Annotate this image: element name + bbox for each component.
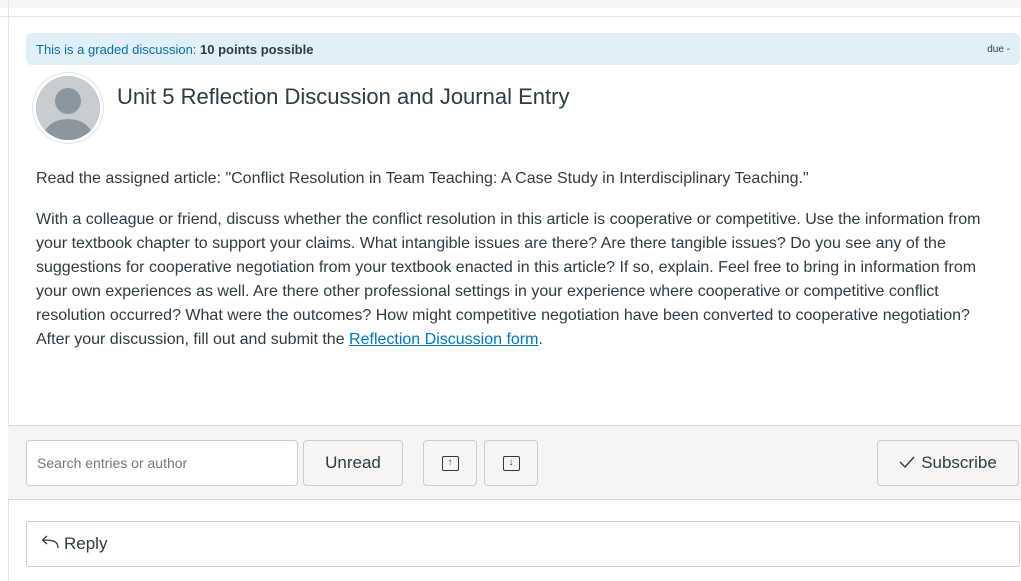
checkmark-icon — [899, 453, 915, 473]
subscribe-button[interactable]: Subscribe — [877, 440, 1019, 486]
paragraph-2-end: . — [538, 331, 543, 348]
discussion-paragraph-2: With a colleague or friend, discuss whet… — [36, 208, 1001, 352]
divider — [0, 16, 1021, 17]
unread-label: Unread — [325, 453, 381, 472]
discussion-paragraph-1: Read the assigned article: "Conflict Res… — [36, 170, 809, 187]
paragraph-2-text: With a colleague or friend, discuss whet… — [36, 211, 981, 348]
expand-button[interactable]: ↑ — [423, 440, 477, 486]
discussion-title: Unit 5 Reflection Discussion and Journal… — [117, 84, 570, 109]
collapse-button[interactable]: ↓ — [484, 440, 538, 486]
subscribe-label: Subscribe — [921, 453, 997, 472]
reply-arrow-icon — [40, 534, 60, 554]
top-bar — [0, 0, 1021, 8]
reply-box[interactable]: Reply — [26, 521, 1020, 567]
search-input[interactable] — [26, 440, 298, 486]
points-possible: 10 points possible — [200, 41, 314, 57]
arrow-up-icon: ↑ — [441, 455, 459, 471]
graded-label: This is a graded discussion: — [36, 41, 197, 57]
avatar[interactable] — [36, 76, 100, 140]
graded-discussion-banner: This is a graded discussion: 10 points p… — [26, 33, 1020, 65]
arrow-down-icon: ↓ — [502, 455, 520, 471]
graded-info: This is a graded discussion: 10 points p… — [36, 42, 313, 57]
due-date: due - — [987, 43, 1010, 55]
user-silhouette-icon — [36, 76, 100, 140]
reply-label: Reply — [64, 534, 108, 553]
unread-button[interactable]: Unread — [303, 440, 403, 486]
reflection-form-link[interactable]: Reflection Discussion form — [349, 331, 538, 348]
